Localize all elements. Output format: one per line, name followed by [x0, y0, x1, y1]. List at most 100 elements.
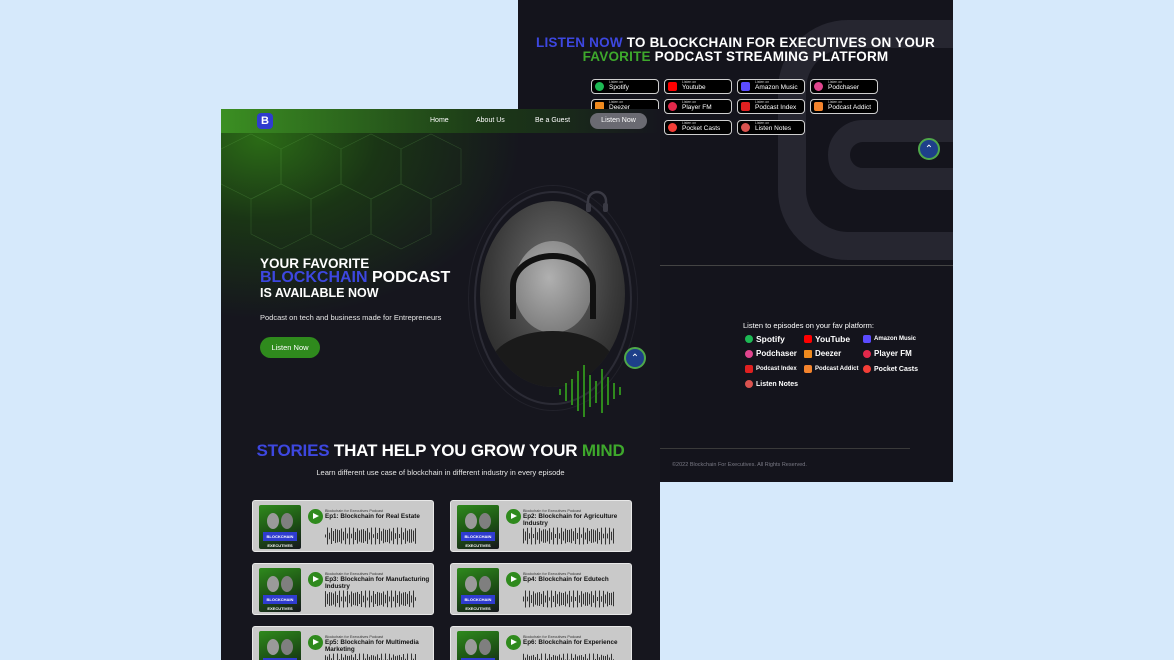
- episode-card[interactable]: BLOCKCHAIN EXECUTIVESBlockchain for Exec…: [450, 626, 632, 660]
- waveform-bar: [583, 527, 584, 545]
- episode-card[interactable]: BLOCKCHAIN EXECUTIVESBlockchain for Exec…: [450, 500, 632, 552]
- waveform-bar: [361, 591, 362, 607]
- waveform-bar: [545, 595, 546, 603]
- host-photo: [479, 639, 491, 655]
- episode-card[interactable]: BLOCKCHAIN EXECUTIVESBlockchain for Exec…: [252, 563, 434, 615]
- waveform-bar: [543, 591, 544, 607]
- thumbnail-brand-text: BLOCKCHAIN EXECUTIVES: [263, 595, 297, 611]
- listen-on-spotify-button[interactable]: Listen on Spotify: [591, 79, 659, 94]
- waveform-bar: [355, 592, 356, 606]
- waveform-bar: [591, 529, 592, 543]
- waveform-bar: [363, 529, 364, 543]
- scroll-to-top-button[interactable]: ⌃: [918, 138, 940, 160]
- waveform-bar: [583, 593, 584, 605]
- waveform-bar: [575, 654, 576, 660]
- audio-waveform[interactable]: [523, 526, 615, 546]
- footer-link-youtube[interactable]: YouTube: [804, 334, 850, 344]
- play-button[interactable]: [506, 572, 521, 587]
- deezer-icon: [804, 349, 812, 358]
- host-photo: [281, 513, 293, 529]
- top-navbar: B Home About Us Be a Guest Listen Now: [221, 109, 660, 133]
- footer-link-podcast-addict[interactable]: Podcast Addict: [804, 365, 858, 373]
- footer-link-player-fm[interactable]: Player FM: [863, 349, 912, 358]
- listen-on-podcast-index-button[interactable]: Listen on Podcast Index: [737, 99, 805, 114]
- waveform-bar: [389, 596, 390, 602]
- footer-link-pocket-casts[interactable]: Pocket Casts: [863, 365, 918, 373]
- chevron-up-icon: ⌃: [924, 143, 934, 155]
- footer-link-amazon-music[interactable]: Amazon Music: [863, 335, 916, 343]
- hero-title-line2: BLOCKCHAIN PODCAST: [260, 269, 451, 286]
- waveform-bar: [549, 654, 550, 660]
- youtube-icon: [804, 335, 812, 343]
- play-button[interactable]: [506, 635, 521, 650]
- waveform-bar: [557, 656, 558, 660]
- audio-waveform[interactable]: [325, 652, 417, 660]
- audio-waveform[interactable]: [523, 652, 615, 660]
- audio-waveform[interactable]: [523, 589, 615, 609]
- nav-be-a-guest[interactable]: Be a Guest: [535, 117, 570, 124]
- footer-link-podchaser[interactable]: Podchaser: [745, 349, 797, 358]
- site-logo[interactable]: B: [257, 113, 273, 129]
- waveform-bar: [375, 594, 376, 604]
- waveform-bar: [383, 528, 384, 544]
- listen-on-listen-notes-button[interactable]: Listen on Listen Notes: [737, 120, 805, 135]
- waveform-bar: [523, 596, 524, 602]
- waveform-bar: [593, 595, 594, 603]
- podcast-addict-icon: [804, 365, 812, 373]
- hero-listen-now-button[interactable]: Listen Now: [260, 337, 320, 358]
- listen-on-youtube-button[interactable]: Listen on Youtube: [664, 79, 732, 94]
- listen-on-pocket-casts-button[interactable]: Listen on Pocket Casts: [664, 120, 732, 135]
- waveform-bar: [373, 591, 374, 607]
- nav-listen-now-button[interactable]: Listen Now: [590, 113, 647, 129]
- waveform-bar: [335, 591, 336, 607]
- waveform-bar: [551, 532, 552, 540]
- scroll-up-button[interactable]: ⌃: [624, 347, 646, 369]
- waveform-bar: [341, 653, 342, 660]
- waveform-bar: [351, 591, 352, 607]
- guest-photo: [465, 576, 477, 592]
- footer-link-spotify[interactable]: Spotify: [745, 334, 785, 344]
- waveform-bar: [399, 654, 400, 660]
- footer-link-listen-notes[interactable]: Listen Notes: [745, 380, 798, 388]
- episode-card[interactable]: BLOCKCHAIN EXECUTIVESBlockchain for Exec…: [252, 500, 434, 552]
- guest-photo: [465, 639, 477, 655]
- waveform-bar: [343, 531, 344, 541]
- waveform-bar: [349, 594, 350, 604]
- waveform-bar: [327, 527, 328, 545]
- host-headphones: [510, 253, 596, 319]
- waveform-bar: [369, 590, 370, 608]
- waveform-bar: [391, 590, 392, 608]
- play-button[interactable]: [506, 509, 521, 524]
- footer-link-podcast-index[interactable]: Podcast Index: [745, 365, 797, 373]
- listen-on-player-fm-button[interactable]: Listen on Player FM: [664, 99, 732, 114]
- waveform-bar: [363, 653, 364, 660]
- waveform-bar: [411, 529, 412, 543]
- episode-card[interactable]: BLOCKCHAIN EXECUTIVESBlockchain for Exec…: [450, 563, 632, 615]
- listen-on-podchaser-button[interactable]: Listen on Podchaser: [810, 79, 878, 94]
- episode-title: Ep3: Blockchain for Manufacturing Indust…: [325, 576, 430, 590]
- waveform-bar: [353, 527, 354, 545]
- waveform-bar: [593, 529, 594, 543]
- waveform-bar: [411, 653, 412, 660]
- nav-home[interactable]: Home: [430, 117, 449, 124]
- waveform-bar: [603, 533, 604, 539]
- listen-on-podcast-addict-button[interactable]: Listen on Podcast Addict: [810, 99, 878, 114]
- waveform-bar: [611, 531, 612, 541]
- nav-about-us[interactable]: About Us: [476, 117, 505, 124]
- listen-on-amazon-music-button[interactable]: Listen on Amazon Music: [737, 79, 805, 94]
- audio-waveform[interactable]: [325, 589, 417, 609]
- waveform-bar: [575, 527, 576, 545]
- thumbnail-brand-text: BLOCKCHAIN EXECUTIVES: [461, 532, 495, 548]
- audio-waveform[interactable]: [325, 526, 417, 546]
- waveform-bar: [589, 653, 590, 660]
- footer-link-deezer[interactable]: Deezer: [804, 349, 841, 358]
- play-button[interactable]: [308, 509, 323, 524]
- waveform-bar: [393, 596, 394, 602]
- play-button[interactable]: [308, 635, 323, 650]
- waveform-bar: [329, 532, 330, 540]
- waveform-bar: [355, 531, 356, 541]
- host-portrait: [480, 201, 625, 387]
- play-button[interactable]: [308, 572, 323, 587]
- waveform-bar: [325, 534, 326, 538]
- episode-card[interactable]: BLOCKCHAIN EXECUTIVESBlockchain for Exec…: [252, 626, 434, 660]
